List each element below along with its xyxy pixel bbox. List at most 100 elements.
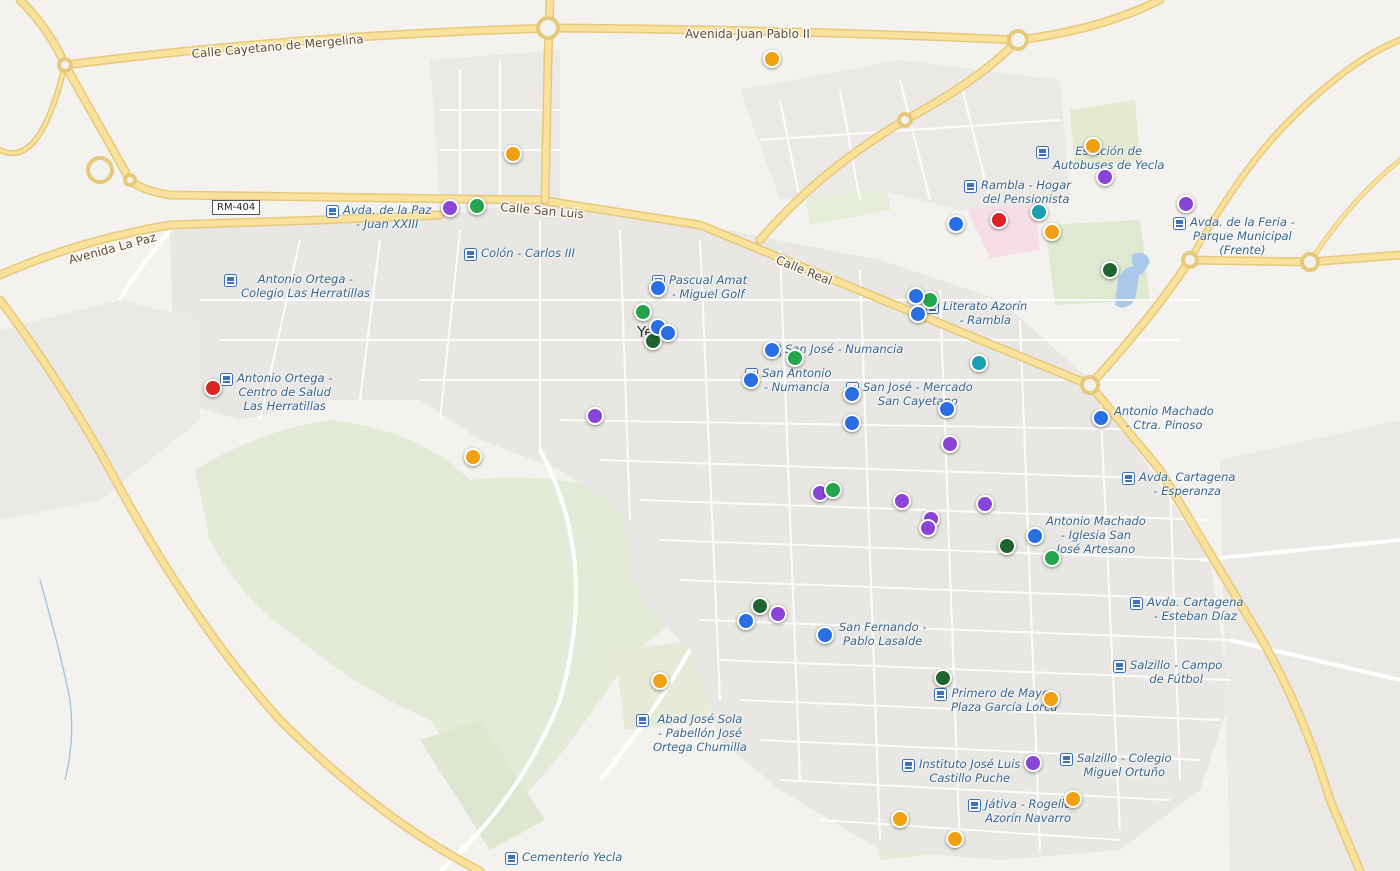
map-marker-purple[interactable] xyxy=(893,492,911,510)
map-marker-orange[interactable] xyxy=(763,50,781,68)
map-marker-teal[interactable] xyxy=(970,354,988,372)
bus-stop-label: Antonio Ortega - Centro de Salud Las Her… xyxy=(237,371,333,413)
bus-stop[interactable]: Primero de Mayo - Plaza García Lorca xyxy=(934,686,1057,714)
map-marker-red[interactable] xyxy=(204,379,222,397)
bus-stop[interactable]: Salzillo - Colegio Miguel Ortuño xyxy=(1060,751,1172,779)
map-marker-blue[interactable] xyxy=(649,279,667,297)
map-marker-blue[interactable] xyxy=(659,324,677,342)
bus-stop-label: Avda. de la Feria - Parque Municipal (Fr… xyxy=(1190,215,1295,257)
bus-stop-label: Avda. Cartagena - Esperanza xyxy=(1139,470,1236,498)
road-label-cayetano: Calle Cayetano de Mergelina xyxy=(191,32,364,61)
map-marker-purple[interactable] xyxy=(919,519,937,537)
map-marker-blue[interactable] xyxy=(909,305,927,323)
map-marker-orange[interactable] xyxy=(1043,223,1061,241)
bus-stop-label: Cementerio Yecla xyxy=(522,850,623,864)
map-marker-blue[interactable] xyxy=(1026,527,1044,545)
map-marker-orange[interactable] xyxy=(1042,690,1060,708)
bus-stop[interactable]: Salzillo - Campo de Fútbol xyxy=(1113,658,1222,686)
map-marker-green[interactable] xyxy=(468,197,486,215)
bus-stop[interactable]: Avda. Cartagena - Esperanza xyxy=(1122,470,1235,498)
urban-north xyxy=(430,50,560,200)
bus-stop-label: Colón - Carlos III xyxy=(481,246,575,260)
map-marker-orange[interactable] xyxy=(1084,137,1102,155)
map-marker-purple[interactable] xyxy=(441,199,459,217)
hospital-area xyxy=(965,200,1040,258)
urban-west xyxy=(0,300,200,520)
map-marker-purple[interactable] xyxy=(976,495,994,513)
bus-stop-label: San Fernando - Pablo Lasalde xyxy=(839,620,927,648)
bus-stop[interactable]: Avda. Cartagena - Esteban Díaz xyxy=(1130,595,1243,623)
bus-icon xyxy=(505,852,518,865)
map-marker-blue[interactable] xyxy=(816,626,834,644)
map-marker-purple[interactable] xyxy=(769,605,787,623)
bus-icon xyxy=(1173,217,1186,230)
map-marker-green[interactable] xyxy=(1043,549,1061,567)
map-marker-dark-green[interactable] xyxy=(1101,261,1119,279)
map-marker-green[interactable] xyxy=(824,481,842,499)
bus-icon xyxy=(220,373,233,386)
bus-stop-label: Pascual Amat - Miguel Golf xyxy=(669,273,748,301)
bus-stop[interactable]: Literato Azorín - Rambla xyxy=(926,299,1027,327)
bus-stop[interactable]: Antonio Ortega - Centro de Salud Las Her… xyxy=(220,371,332,413)
bus-icon xyxy=(326,205,339,218)
bus-stop[interactable]: Antonio Ortega - Colegio Las Herratillas xyxy=(224,272,370,300)
bus-icon xyxy=(968,799,981,812)
bus-stop[interactable]: San Fernando - Pablo Lasalde xyxy=(835,620,926,648)
map-marker-orange[interactable] xyxy=(891,810,909,828)
bus-stop-label: Antonio Ortega - Colegio Las Herratillas xyxy=(241,272,370,300)
map-marker-purple[interactable] xyxy=(1024,754,1042,772)
bus-icon xyxy=(464,248,477,261)
bus-stop-label: Salzillo - Campo de Fútbol xyxy=(1130,658,1223,686)
map-marker-orange[interactable] xyxy=(504,145,522,163)
map-marker-purple[interactable] xyxy=(1177,195,1195,213)
map-marker-blue[interactable] xyxy=(843,385,861,403)
map-marker-red[interactable] xyxy=(990,211,1008,229)
map-marker-blue[interactable] xyxy=(843,414,861,432)
bus-stop-label: San Antonio - Numancia xyxy=(762,366,832,394)
bus-stop-label: Instituto José Luis Castillo Puche xyxy=(919,757,1021,785)
map-marker-purple[interactable] xyxy=(586,407,604,425)
map-marker-blue[interactable] xyxy=(938,400,956,418)
bus-stop[interactable]: Instituto José Luis Castillo Puche xyxy=(902,757,1020,785)
bus-stop[interactable]: Játiva - Rogelio Azorín Navarro xyxy=(968,797,1071,825)
map-marker-purple[interactable] xyxy=(1096,168,1114,186)
bus-stop-label: Játiva - Rogelio Azorín Navarro xyxy=(985,797,1072,825)
bus-stop[interactable]: Avda. de la Paz - Juan XXIII xyxy=(326,203,431,231)
map-marker-blue[interactable] xyxy=(907,287,925,305)
bus-stop-label: Estación de Autobuses de Yecla xyxy=(1053,144,1165,172)
map-marker-orange[interactable] xyxy=(1064,790,1082,808)
map-marker-purple[interactable] xyxy=(941,435,959,453)
bus-stop-label: Antonio Machado - Iglesia San José Artes… xyxy=(1046,514,1146,556)
bus-stop[interactable]: Avda. de la Feria - Parque Municipal (Fr… xyxy=(1173,215,1295,257)
map-marker-orange[interactable] xyxy=(464,448,482,466)
bus-stop[interactable]: Antonio Machado - Iglesia San José Artes… xyxy=(1042,514,1146,556)
map-marker-orange[interactable] xyxy=(651,672,669,690)
map-marker-dark-green[interactable] xyxy=(934,669,952,687)
map-marker-dark-green[interactable] xyxy=(751,597,769,615)
map-marker-blue[interactable] xyxy=(763,341,781,359)
bus-stop[interactable]: Rambla - Hogar del Pensionista xyxy=(964,178,1071,206)
map-canvas[interactable]: Calle Cayetano de Mergelina Avenida Juan… xyxy=(0,0,1400,871)
map-marker-teal[interactable] xyxy=(1030,203,1048,221)
map-marker-green[interactable] xyxy=(786,349,804,367)
bus-icon xyxy=(902,759,915,772)
map-marker-blue[interactable] xyxy=(742,371,760,389)
map-marker-blue[interactable] xyxy=(1092,409,1110,427)
stream xyxy=(39,579,73,781)
bus-stop[interactable]: Colón - Carlos III xyxy=(464,246,575,261)
bus-stop-label: San José - Mercado San Cayetano xyxy=(863,380,973,408)
bus-stop-label: Rambla - Hogar del Pensionista xyxy=(981,178,1072,206)
bus-stop-label: Avda. Cartagena - Esteban Díaz xyxy=(1147,595,1244,623)
road-label-juan-pablo: Avenida Juan Pablo II xyxy=(685,27,810,41)
bus-stop[interactable]: Cementerio Yecla xyxy=(505,850,622,865)
bus-icon xyxy=(964,180,977,193)
map-marker-green[interactable] xyxy=(634,303,652,321)
map-marker-blue[interactable] xyxy=(737,612,755,630)
bus-stop[interactable]: Antonio Machado - Ctra. Pinoso xyxy=(1110,404,1214,432)
map-marker-orange[interactable] xyxy=(946,830,964,848)
map-marker-blue[interactable] xyxy=(947,215,965,233)
bus-icon xyxy=(1122,472,1135,485)
bus-stop[interactable]: Abad José Sola - Pabellón José Ortega Ch… xyxy=(636,712,747,754)
bus-stop-label: Avda. de la Paz - Juan XXIII xyxy=(343,203,432,231)
map-marker-dark-green[interactable] xyxy=(998,537,1016,555)
